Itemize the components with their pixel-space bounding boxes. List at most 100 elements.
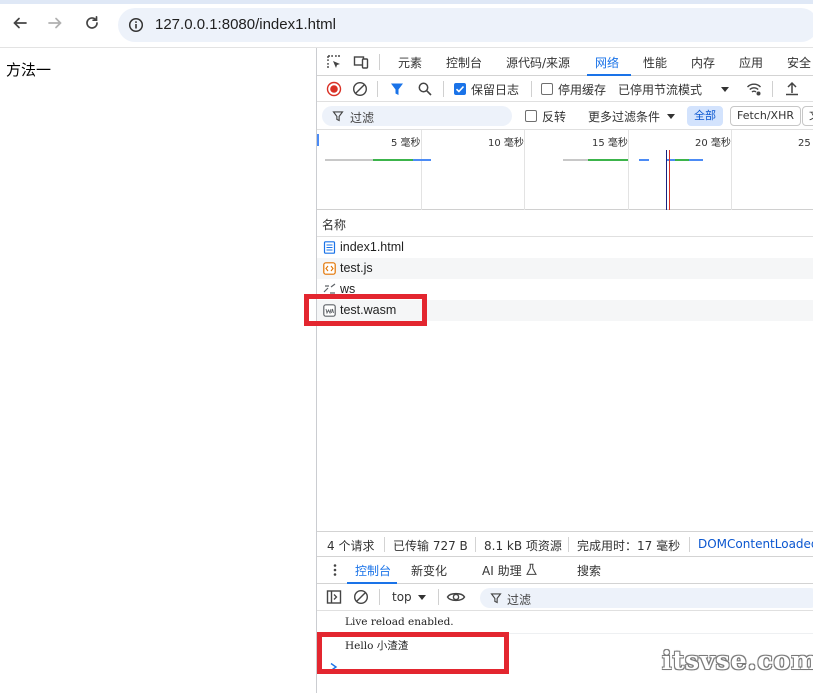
throttling-label: 已停用节流模式 (618, 82, 703, 97)
drawer-tab-console[interactable]: 控制台 (355, 562, 391, 579)
console-filter-input[interactable]: 过滤 (480, 588, 813, 608)
reload-button[interactable] (79, 10, 105, 36)
filter-icon (332, 111, 344, 122)
inspect-element-icon[interactable] (326, 54, 342, 70)
name-column-header[interactable]: 名称 (322, 216, 346, 233)
document-icon (323, 241, 336, 254)
separator (772, 81, 773, 97)
dropdown-arrow-icon (721, 87, 730, 92)
checkbox-checked-icon (454, 83, 466, 95)
filter-icon[interactable] (389, 81, 405, 97)
separator (531, 81, 532, 97)
highlight-box-wasm-request (304, 294, 427, 326)
console-message: Live reload enabled. (317, 612, 813, 634)
disable-cache-checkbox[interactable]: 停用缓存 (541, 81, 606, 97)
filter-chip-fetch-xhr[interactable]: Fetch/XHR (730, 106, 801, 126)
request-name: test.js (340, 261, 373, 275)
eye-icon[interactable] (446, 589, 466, 605)
more-options-icon[interactable] (327, 562, 343, 578)
requests-table-header[interactable]: 名称 (317, 211, 813, 237)
back-button[interactable] (7, 10, 33, 36)
tab-application[interactable]: 应用 (739, 54, 763, 71)
request-row[interactable]: test.js (317, 258, 813, 279)
device-toolbar-icon[interactable] (353, 54, 369, 70)
more-filters-dropdown[interactable]: 更多过滤条件 (588, 108, 676, 124)
tab-sources[interactable]: 源代码/来源 (506, 54, 570, 71)
import-har-icon[interactable] (784, 81, 800, 97)
timeline-bar-receive (639, 159, 649, 161)
checkbox-unchecked-icon (541, 83, 553, 95)
preserve-log-label: 保留日志 (471, 82, 520, 97)
clear-icon[interactable] (352, 81, 368, 97)
finish-time: 完成用时：17 毫秒 (577, 539, 681, 553)
timeline-gridline (524, 130, 525, 210)
sidebar-toggle-icon[interactable] (326, 589, 342, 605)
devtools-panel: 元素 控制台 源代码/来源 网络 性能 内存 应用 安全 保留日志 停用缓存 已… (316, 48, 813, 693)
timeline-bar-download (588, 159, 628, 161)
request-count: 4 个请求 (327, 539, 375, 553)
context-selector[interactable]: top (392, 589, 427, 605)
devtools-tab-bar: 元素 控制台 源代码/来源 网络 性能 内存 应用 安全 (317, 48, 813, 76)
separator (379, 54, 380, 70)
address-bar[interactable]: 127.0.0.1:8080/index1.html (118, 8, 813, 42)
filter-icon (490, 593, 502, 604)
request-row[interactable]: index1.html (317, 237, 813, 258)
tab-console[interactable]: 控制台 (446, 54, 482, 71)
throttling-select[interactable]: 已停用节流模式 (618, 81, 730, 97)
timeline-label: 25 毫 (798, 138, 813, 149)
console-message-text: Live reload enabled. (345, 616, 454, 628)
network-overview-timeline[interactable]: 5 毫秒 10 毫秒 15 毫秒 20 毫秒 25 毫 (317, 130, 813, 210)
transferred-size: 已传输 727 B (393, 539, 468, 553)
reload-icon (86, 15, 98, 29)
more-filters-label: 更多过滤条件 (588, 109, 661, 124)
drawer-tab-ai-assistance[interactable]: AI 助理 (482, 562, 522, 579)
load-event-line (669, 150, 670, 210)
url-text[interactable]: 127.0.0.1:8080/index1.html (155, 16, 336, 33)
forward-button[interactable] (42, 10, 68, 36)
clear-console-icon[interactable] (353, 589, 369, 605)
script-icon (323, 262, 336, 275)
separator (438, 589, 439, 605)
site-info-icon[interactable] (128, 17, 144, 33)
network-conditions-icon[interactable] (746, 81, 762, 97)
tab-memory[interactable]: 内存 (691, 54, 715, 71)
separator (377, 81, 378, 97)
separator (568, 537, 569, 552)
timeline-label: 20 毫秒 (695, 138, 731, 149)
timeline-gridline (731, 130, 732, 210)
network-filter-bar: 过滤 反转 更多过滤条件 全部 Fetch/XHR 文 (317, 102, 813, 130)
dropdown-arrow-icon (417, 595, 426, 600)
timeline-bar-queue (325, 159, 373, 161)
drawer-tab-search[interactable]: 搜索 (577, 562, 601, 579)
timeline-bar-download (675, 159, 689, 161)
tab-network[interactable]: 网络 (595, 54, 619, 71)
disable-cache-label: 停用缓存 (558, 82, 607, 97)
filter-chip-all[interactable]: 全部 (687, 106, 723, 126)
timeline-gridline (421, 130, 422, 210)
drawer-tab-whats-new[interactable]: 新变化 (411, 562, 447, 579)
page-body-text: 方法一 (6, 61, 52, 79)
search-icon[interactable] (417, 81, 433, 97)
separator (689, 537, 690, 552)
dropdown-arrow-icon (667, 114, 676, 119)
dom-content-loaded-time[interactable]: DOMContentLoaded (698, 537, 813, 551)
record-icon[interactable] (326, 81, 342, 97)
preserve-log-checkbox[interactable]: 保留日志 (454, 81, 519, 97)
highlight-box-console-output (317, 632, 509, 674)
tab-performance[interactable]: 性能 (643, 54, 667, 71)
timeline-label: 5 毫秒 (391, 138, 421, 149)
console-filter-placeholder: 过滤 (507, 593, 532, 607)
tab-security[interactable]: 安全 (787, 54, 811, 71)
flask-icon (526, 563, 537, 575)
network-status-bar: 4 个请求 已传输 727 B 8.1 kB 项资源 完成用时：17 毫秒 DO… (317, 531, 813, 557)
network-filter-input[interactable]: 过滤 (322, 106, 512, 126)
invert-label: 反转 (542, 109, 567, 124)
checkbox-unchecked-icon (525, 110, 537, 122)
dom-content-loaded-line (666, 150, 667, 210)
tab-elements[interactable]: 元素 (398, 54, 422, 71)
invert-checkbox[interactable]: 反转 (525, 108, 566, 124)
context-label: top (392, 590, 412, 604)
timeline-label: 15 毫秒 (592, 138, 628, 149)
filter-chip-doc[interactable]: 文 (802, 106, 813, 126)
timeline-bar-receive (413, 159, 431, 161)
